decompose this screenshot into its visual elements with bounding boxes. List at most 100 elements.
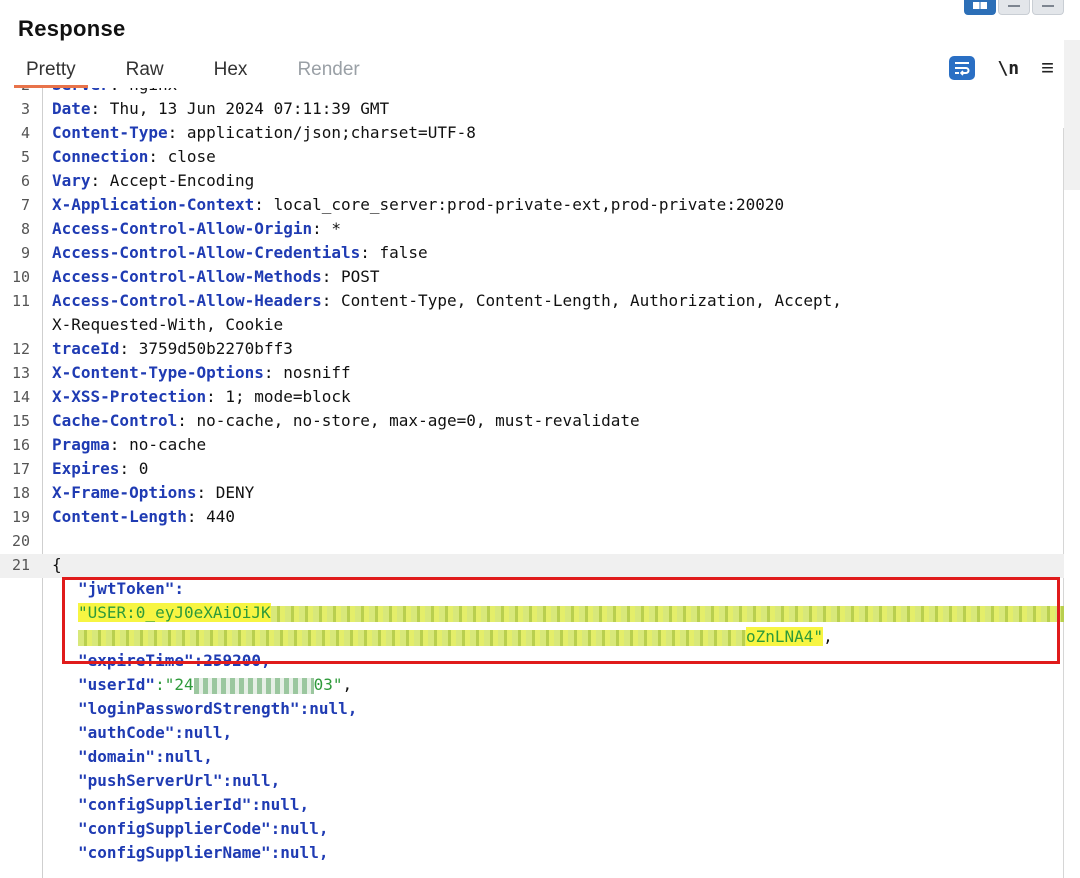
code-line: 17 Expires: 0 <box>0 458 1064 482</box>
header-colon: : <box>206 387 216 406</box>
view-tabs: Pretty Raw Hex Render <box>14 57 398 88</box>
header-value: Thu, 13 Jun 2024 07:11:39 GMT <box>100 99 390 118</box>
layout-horizontal-icon[interactable] <box>998 0 1030 15</box>
header-value: Content-Type, Content-Length, Authorizat… <box>331 291 842 310</box>
tab-raw[interactable]: Raw <box>114 57 176 88</box>
header-line: Access-Control-Allow-Credentials: false <box>52 243 428 262</box>
tab-render[interactable]: Render <box>285 57 371 88</box>
tab-hex[interactable]: Hex <box>202 57 260 88</box>
header-line: X-XSS-Protection: 1; mode=block <box>52 387 351 406</box>
layout-split-icon[interactable] <box>964 0 996 15</box>
header-key: X-XSS-Protection <box>52 387 207 406</box>
line-number: 2 <box>0 88 30 94</box>
header-key: Expires <box>52 459 120 478</box>
header-key: Access-Control-Allow-Credentials <box>52 243 361 262</box>
header-colon: : <box>110 88 120 94</box>
header-key: traceId <box>52 339 120 358</box>
header-line: Server: nginx <box>52 88 177 94</box>
line-number: 15 <box>11 412 30 430</box>
header-key: Date <box>52 99 91 118</box>
code-line: 2 Server: nginx <box>0 88 1064 98</box>
header-line: X-Frame-Options: DENY <box>52 483 254 502</box>
header-key: Access-Control-Allow-Headers <box>52 291 322 310</box>
code-line: "domain":null, <box>0 746 1064 770</box>
line-number: 11 <box>11 292 30 310</box>
code-line: 3 Date: Thu, 13 Jun 2024 07:11:39 GMT <box>0 98 1064 122</box>
code-line: 5 Connection: close <box>0 146 1064 170</box>
code-line: "configSupplierId":null, <box>0 794 1064 818</box>
header-line: X-Application-Context: local_core_server… <box>52 195 784 214</box>
header-key: Server <box>52 88 110 94</box>
header-line: Pragma: no-cache <box>52 435 206 454</box>
header-key: Pragma <box>52 435 110 454</box>
line-number: 20 <box>11 532 30 550</box>
header-colon: : <box>321 267 332 286</box>
header-value: 3759d50b2270bff3 <box>129 339 293 358</box>
header-value: local_core_server:prod-private-ext,prod-… <box>263 195 785 214</box>
header-value: false <box>369 243 428 262</box>
json-key: "configSupplierId" <box>78 795 252 814</box>
header-value: no-cache <box>119 435 207 454</box>
header-colon: : <box>90 171 101 190</box>
header-line: Connection: close <box>52 147 216 166</box>
code-line: "authCode":null, <box>0 722 1064 746</box>
tab-pretty[interactable]: Pretty <box>14 57 88 88</box>
header-key: X-Application-Context <box>52 195 255 214</box>
panel-title: Response <box>18 16 126 41</box>
layout-single-icon[interactable] <box>1032 0 1064 15</box>
newline-toggle-button[interactable]: \n <box>997 58 1019 79</box>
code-line: 18 X-Frame-Options: DENY <box>0 482 1064 506</box>
header-value: * <box>321 219 341 238</box>
json-key: "loginPasswordStrength" <box>78 699 300 718</box>
hamburger-menu-icon[interactable]: ≡ <box>1041 57 1054 79</box>
code-line: 13 X-Content-Type-Options: nosniff <box>0 362 1064 386</box>
json-value: :null, <box>251 795 310 814</box>
header-value: close <box>157 147 216 166</box>
line-number: 12 <box>11 340 30 358</box>
header-value: Accept-Encoding <box>100 171 255 190</box>
header-colon: : <box>360 243 370 262</box>
code-line: 21 { <box>0 554 1064 578</box>
header-line: Expires: 0 <box>52 459 148 478</box>
scrollbar-thumb[interactable] <box>1064 40 1080 190</box>
code-line: 7 X-Application-Context: local_core_serve… <box>0 194 1064 218</box>
json-field: "configSupplierName":null, <box>78 843 328 862</box>
word-wrap-icon[interactable] <box>949 56 976 80</box>
code-line: X-Requested-With, Cookie <box>0 314 1064 338</box>
header-value: no-cache, no-store, max-age=0, must-reva… <box>186 411 640 430</box>
header-value: X-Requested-With, Cookie <box>52 315 284 334</box>
header-line: Date: Thu, 13 Jun 2024 07:11:39 GMT <box>52 99 389 118</box>
json-field: "authCode":null, <box>78 723 232 742</box>
header-key: X-Frame-Options <box>52 483 197 502</box>
line-number: 14 <box>11 388 30 406</box>
header-key: Access-Control-Allow-Origin <box>52 219 313 238</box>
code-line: 19 Content-Length: 440 <box>0 506 1064 530</box>
json-key: "configSupplierCode" <box>78 819 271 838</box>
json-key: "pushServerUrl" <box>78 771 223 790</box>
line-number: 21 <box>11 556 30 574</box>
header-value: nginx <box>119 88 177 94</box>
json-field: "loginPasswordStrength":null, <box>78 699 357 718</box>
header-colon: : <box>186 507 197 526</box>
code-line: "configSupplierCode":null, <box>0 818 1064 842</box>
code-line: 16 Pragma: no-cache <box>0 434 1064 458</box>
body-open-brace: { <box>52 555 62 574</box>
code-line: 12 traceId: 3759d50b2270bff3 <box>0 338 1064 362</box>
line-number: 16 <box>11 436 30 454</box>
header-key: Connection <box>52 147 149 166</box>
json-field: "configSupplierId":null, <box>78 795 309 814</box>
header-line: Access-Control-Allow-Methods: POST <box>52 267 380 286</box>
header-line: X-Content-Type-Options: nosniff <box>52 363 351 382</box>
line-number: 17 <box>11 460 30 478</box>
json-key: "domain" <box>78 747 156 766</box>
json-value: :null, <box>270 819 329 838</box>
line-number: 3 <box>20 100 30 118</box>
header-value: 440 <box>196 507 236 526</box>
header-line: Cache-Control: no-cache, no-store, max-a… <box>52 411 640 430</box>
response-editor[interactable]: 2 Server: nginx 3 Date: Thu, 13 Jun 2024 07… <box>0 88 1064 878</box>
line-number: 9 <box>20 244 30 262</box>
layout-toggle <box>964 0 1064 15</box>
json-value: :null, <box>299 699 358 718</box>
header-colon: : <box>321 291 332 310</box>
header-line: Content-Length: 440 <box>52 507 235 526</box>
